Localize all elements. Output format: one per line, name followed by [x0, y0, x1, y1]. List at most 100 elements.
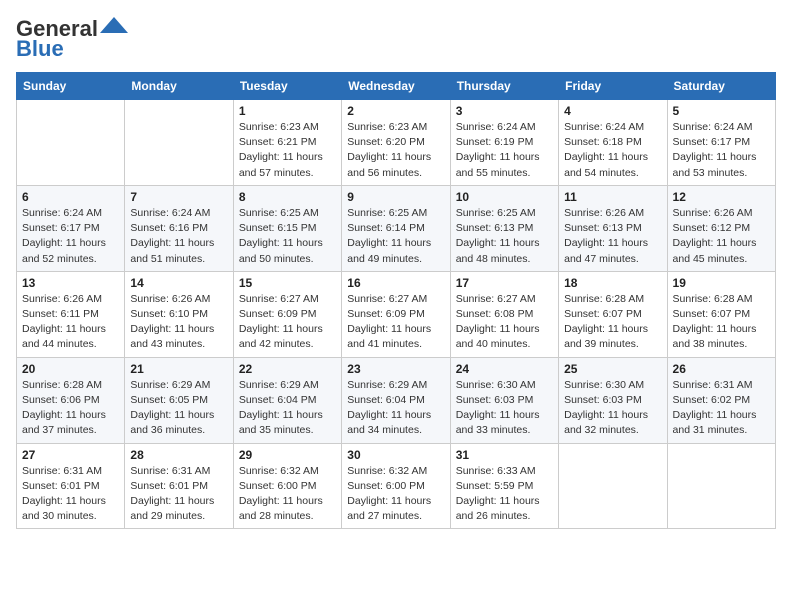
day-number: 5: [673, 104, 770, 118]
calendar-body: 1Sunrise: 6:23 AM Sunset: 6:21 PM Daylig…: [17, 100, 776, 529]
weekday-header-friday: Friday: [559, 73, 667, 100]
day-number: 10: [456, 190, 553, 204]
day-info: Sunrise: 6:32 AM Sunset: 6:00 PM Dayligh…: [239, 464, 336, 525]
day-info: Sunrise: 6:27 AM Sunset: 6:09 PM Dayligh…: [347, 292, 444, 353]
day-cell: 14 Sunrise: 6:26 AM Sunset: 6:10 PM Dayli…: [125, 271, 233, 357]
day-cell: 13 Sunrise: 6:26 AM Sunset: 6:11 PM Dayli…: [17, 271, 125, 357]
day-cell: 29 Sunrise: 6:32 AM Sunset: 6:00 PM Dayli…: [233, 443, 341, 529]
day-cell: [667, 443, 775, 529]
header: General Blue: [16, 16, 776, 62]
day-info: Sunrise: 6:28 AM Sunset: 6:07 PM Dayligh…: [673, 292, 770, 353]
day-number: 15: [239, 276, 336, 290]
day-info: Sunrise: 6:24 AM Sunset: 6:16 PM Dayligh…: [130, 206, 227, 267]
day-number: 12: [673, 190, 770, 204]
day-info: Sunrise: 6:29 AM Sunset: 6:04 PM Dayligh…: [239, 378, 336, 439]
day-number: 29: [239, 448, 336, 462]
weekday-header-monday: Monday: [125, 73, 233, 100]
day-cell: 2Sunrise: 6:23 AM Sunset: 6:20 PM Daylig…: [342, 100, 450, 186]
day-info: Sunrise: 6:29 AM Sunset: 6:05 PM Dayligh…: [130, 378, 227, 439]
day-number: 1: [239, 104, 336, 118]
day-number: 7: [130, 190, 227, 204]
week-row-1: 1Sunrise: 6:23 AM Sunset: 6:21 PM Daylig…: [17, 100, 776, 186]
day-cell: 11 Sunrise: 6:26 AM Sunset: 6:13 PM Dayli…: [559, 185, 667, 271]
day-number: 8: [239, 190, 336, 204]
day-info: Sunrise: 6:25 AM Sunset: 6:15 PM Dayligh…: [239, 206, 336, 267]
day-number: 14: [130, 276, 227, 290]
day-info: Sunrise: 6:31 AM Sunset: 6:02 PM Dayligh…: [673, 378, 770, 439]
day-number: 17: [456, 276, 553, 290]
day-cell: 4 Sunrise: 6:24 AM Sunset: 6:18 PM Daylig…: [559, 100, 667, 186]
day-number: 19: [673, 276, 770, 290]
day-cell: 15 Sunrise: 6:27 AM Sunset: 6:09 PM Dayli…: [233, 271, 341, 357]
day-info: Sunrise: 6:25 AM Sunset: 6:14 PM Dayligh…: [347, 206, 444, 267]
day-number: 30: [347, 448, 444, 462]
day-cell: 5 Sunrise: 6:24 AM Sunset: 6:17 PM Daylig…: [667, 100, 775, 186]
day-number: 25: [564, 362, 661, 376]
day-info: Sunrise: 6:26 AM Sunset: 6:12 PM Dayligh…: [673, 206, 770, 267]
day-info: Sunrise: 6:26 AM Sunset: 6:10 PM Dayligh…: [130, 292, 227, 353]
day-cell: 9 Sunrise: 6:25 AM Sunset: 6:14 PM Daylig…: [342, 185, 450, 271]
day-number: 23: [347, 362, 444, 376]
day-number: 16: [347, 276, 444, 290]
day-info: Sunrise: 6:27 AM Sunset: 6:09 PM Dayligh…: [239, 292, 336, 353]
logo: General Blue: [16, 16, 128, 62]
day-cell: 26 Sunrise: 6:31 AM Sunset: 6:02 PM Dayli…: [667, 357, 775, 443]
day-info: Sunrise: 6:25 AM Sunset: 6:13 PM Dayligh…: [456, 206, 553, 267]
day-cell: 16 Sunrise: 6:27 AM Sunset: 6:09 PM Dayli…: [342, 271, 450, 357]
day-info: Sunrise: 6:30 AM Sunset: 6:03 PM Dayligh…: [564, 378, 661, 439]
day-cell: 22 Sunrise: 6:29 AM Sunset: 6:04 PM Dayli…: [233, 357, 341, 443]
day-info: Sunrise: 6:30 AM Sunset: 6:03 PM Dayligh…: [456, 378, 553, 439]
logo-blue: Blue: [16, 36, 64, 62]
day-number: 27: [22, 448, 119, 462]
day-number: 24: [456, 362, 553, 376]
day-cell: 24 Sunrise: 6:30 AM Sunset: 6:03 PM Dayli…: [450, 357, 558, 443]
day-cell: 21Sunrise: 6:29 AM Sunset: 6:05 PM Dayli…: [125, 357, 233, 443]
day-cell: [17, 100, 125, 186]
day-cell: 10 Sunrise: 6:25 AM Sunset: 6:13 PM Dayli…: [450, 185, 558, 271]
day-info: Sunrise: 6:31 AM Sunset: 6:01 PM Dayligh…: [22, 464, 119, 525]
day-cell: 20Sunrise: 6:28 AM Sunset: 6:06 PM Dayli…: [17, 357, 125, 443]
day-number: 18: [564, 276, 661, 290]
day-number: 22: [239, 362, 336, 376]
day-number: 20: [22, 362, 119, 376]
day-number: 9: [347, 190, 444, 204]
weekday-header-sunday: Sunday: [17, 73, 125, 100]
day-info: Sunrise: 6:24 AM Sunset: 6:17 PM Dayligh…: [22, 206, 119, 267]
day-info: Sunrise: 6:28 AM Sunset: 6:07 PM Dayligh…: [564, 292, 661, 353]
day-info: Sunrise: 6:26 AM Sunset: 6:13 PM Dayligh…: [564, 206, 661, 267]
day-cell: 31 Sunrise: 6:33 AM Sunset: 5:59 PM Dayli…: [450, 443, 558, 529]
day-cell: 23 Sunrise: 6:29 AM Sunset: 6:04 PM Dayli…: [342, 357, 450, 443]
week-row-5: 27 Sunrise: 6:31 AM Sunset: 6:01 PM Dayli…: [17, 443, 776, 529]
day-info: Sunrise: 6:33 AM Sunset: 5:59 PM Dayligh…: [456, 464, 553, 525]
day-info: Sunrise: 6:24 AM Sunset: 6:19 PM Dayligh…: [456, 120, 553, 181]
day-cell: 6Sunrise: 6:24 AM Sunset: 6:17 PM Daylig…: [17, 185, 125, 271]
day-cell: 28Sunrise: 6:31 AM Sunset: 6:01 PM Dayli…: [125, 443, 233, 529]
day-info: Sunrise: 6:27 AM Sunset: 6:08 PM Dayligh…: [456, 292, 553, 353]
day-info: Sunrise: 6:29 AM Sunset: 6:04 PM Dayligh…: [347, 378, 444, 439]
day-info: Sunrise: 6:32 AM Sunset: 6:00 PM Dayligh…: [347, 464, 444, 525]
day-number: 3: [456, 104, 553, 118]
week-row-4: 20Sunrise: 6:28 AM Sunset: 6:06 PM Dayli…: [17, 357, 776, 443]
day-cell: 30 Sunrise: 6:32 AM Sunset: 6:00 PM Dayli…: [342, 443, 450, 529]
day-cell: 8 Sunrise: 6:25 AM Sunset: 6:15 PM Daylig…: [233, 185, 341, 271]
day-cell: 18 Sunrise: 6:28 AM Sunset: 6:07 PM Dayli…: [559, 271, 667, 357]
day-info: Sunrise: 6:24 AM Sunset: 6:18 PM Dayligh…: [564, 120, 661, 181]
weekday-header-tuesday: Tuesday: [233, 73, 341, 100]
weekday-header-thursday: Thursday: [450, 73, 558, 100]
day-cell: 12 Sunrise: 6:26 AM Sunset: 6:12 PM Dayli…: [667, 185, 775, 271]
day-cell: 25 Sunrise: 6:30 AM Sunset: 6:03 PM Dayli…: [559, 357, 667, 443]
day-number: 26: [673, 362, 770, 376]
weekday-header-saturday: Saturday: [667, 73, 775, 100]
day-number: 31: [456, 448, 553, 462]
day-number: 11: [564, 190, 661, 204]
day-number: 4: [564, 104, 661, 118]
day-cell: 1Sunrise: 6:23 AM Sunset: 6:21 PM Daylig…: [233, 100, 341, 186]
week-row-3: 13 Sunrise: 6:26 AM Sunset: 6:11 PM Dayli…: [17, 271, 776, 357]
day-info: Sunrise: 6:24 AM Sunset: 6:17 PM Dayligh…: [673, 120, 770, 181]
day-info: Sunrise: 6:26 AM Sunset: 6:11 PM Dayligh…: [22, 292, 119, 353]
day-cell: 19 Sunrise: 6:28 AM Sunset: 6:07 PM Dayli…: [667, 271, 775, 357]
weekday-header-wednesday: Wednesday: [342, 73, 450, 100]
day-number: 13: [22, 276, 119, 290]
week-row-2: 6Sunrise: 6:24 AM Sunset: 6:17 PM Daylig…: [17, 185, 776, 271]
day-cell: 27 Sunrise: 6:31 AM Sunset: 6:01 PM Dayli…: [17, 443, 125, 529]
